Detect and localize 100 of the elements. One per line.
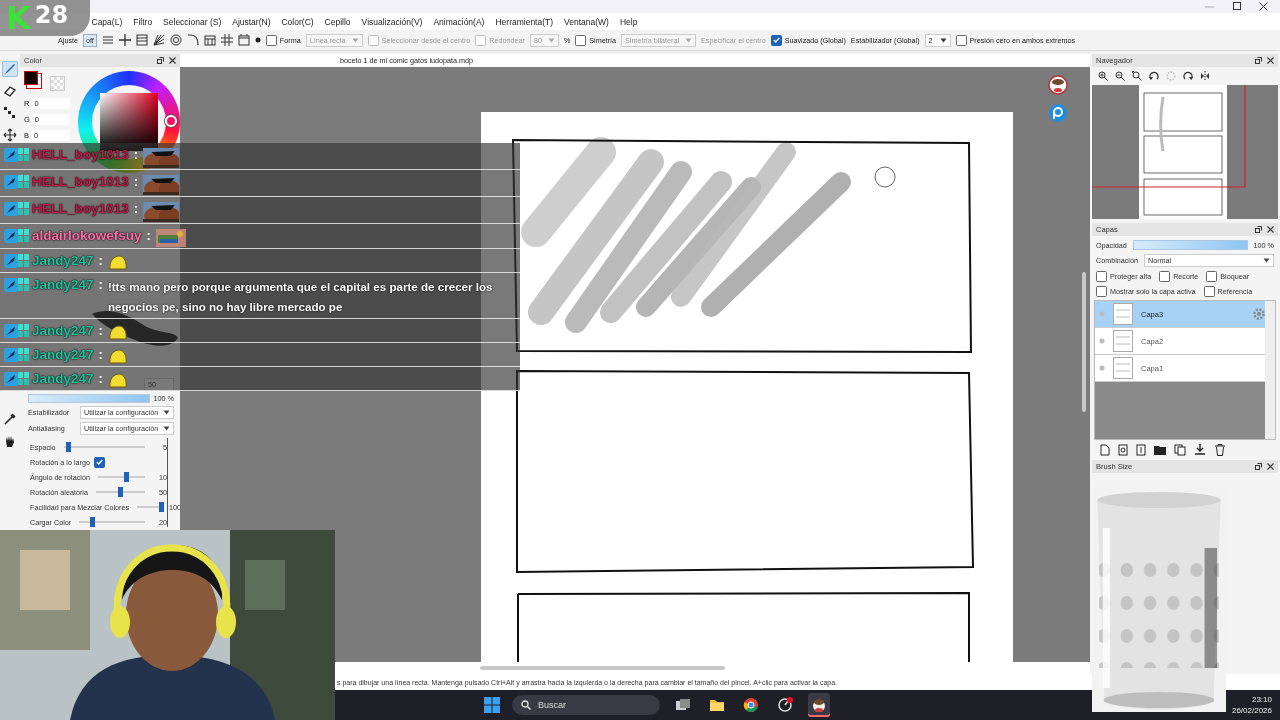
- chat-separator: :: [98, 371, 103, 387]
- eraser-icon: [3, 84, 17, 98]
- visibility-dot-icon[interactable]: [1099, 338, 1105, 344]
- close-icon[interactable]: [1267, 463, 1274, 470]
- undock-icon[interactable]: [1255, 463, 1262, 470]
- caret-icon: [939, 37, 947, 43]
- tool-button[interactable]: [2, 127, 18, 143]
- transparent-swatch[interactable]: [50, 76, 65, 91]
- round-app-icon[interactable]: [1048, 103, 1068, 123]
- close-icon[interactable]: [1267, 226, 1274, 233]
- dot-icon[interactable]: [254, 37, 261, 43]
- checkbox[interactable]: [1096, 271, 1107, 282]
- tile-badge-icon: [18, 254, 30, 268]
- grid-icon[interactable]: [220, 34, 233, 46]
- slider-thumb[interactable]: [124, 472, 130, 482]
- slider-thumb[interactable]: [65, 442, 71, 452]
- menu-item[interactable]: Help: [614, 16, 643, 27]
- scrollbar-thumb[interactable]: [1082, 272, 1086, 412]
- undock-icon[interactable]: [1255, 226, 1262, 233]
- concentric-circles-icon[interactable]: [169, 34, 182, 46]
- document-preview-drawing[interactable]: [1092, 85, 1278, 219]
- undock-icon[interactable]: [1255, 57, 1262, 64]
- visibility-dot-icon[interactable]: [1099, 365, 1105, 371]
- parallel-lines-icon[interactable]: [101, 34, 114, 46]
- menu-item[interactable]: Capa(L): [86, 16, 128, 27]
- rotate-left-icon[interactable]: [1149, 71, 1159, 81]
- tile-badge-icon: [18, 324, 30, 338]
- tile-badge-icon: [18, 175, 30, 189]
- checkbox[interactable]: [1159, 271, 1171, 282]
- perspective-grid-icon[interactable]: [203, 34, 216, 46]
- undock-icon[interactable]: [157, 57, 164, 64]
- chat-username: aldairlokowefsuy: [32, 228, 142, 244]
- new-8bit-layer-icon[interactable]: [1118, 444, 1128, 456]
- tool-button[interactable]: [2, 411, 18, 427]
- close-icon[interactable]: [1259, 2, 1268, 11]
- radial-lines-icon[interactable]: [152, 34, 165, 46]
- new-1bit-layer-icon[interactable]: [1136, 444, 1146, 456]
- layer-thumbnail: [1113, 357, 1133, 379]
- viewer-count: 28: [34, 1, 69, 29]
- rotate-right-icon[interactable]: [1183, 71, 1193, 81]
- menu-item[interactable]: Filtro: [127, 16, 158, 27]
- tile-badge-icon: [18, 372, 30, 386]
- start-icon[interactable]: [484, 697, 500, 713]
- ruled-lines-icon[interactable]: [135, 34, 148, 46]
- checkbox[interactable]: [1206, 271, 1218, 282]
- visibility-dot-icon[interactable]: [1099, 311, 1105, 317]
- caret-icon: [351, 37, 359, 43]
- merge-down-icon[interactable]: [1194, 444, 1206, 456]
- tool-button[interactable]: [2, 105, 18, 121]
- chat-text: !tts mano pero porque argumenta que el capital es parte de crecer los negocios pe, sino no hay libre mercado pe: [107, 279, 494, 315]
- duplicate-layer-icon[interactable]: [1174, 444, 1186, 456]
- zoom-out-icon[interactable]: [1115, 71, 1125, 81]
- menu-item[interactable]: Ventana(W): [558, 16, 615, 27]
- square-badge-icon: [4, 202, 18, 216]
- square-badge-icon: [4, 348, 18, 362]
- zoom-in-icon[interactable]: [1098, 71, 1108, 81]
- move-icon: [3, 128, 17, 142]
- crosshair-icon[interactable]: [118, 34, 131, 46]
- mascot-icon[interactable]: [1048, 75, 1068, 95]
- tile-badge-icon: [18, 202, 30, 216]
- checkbox[interactable]: [265, 34, 277, 46]
- menu-item[interactable]: Visualización(V): [356, 16, 428, 27]
- checkbox[interactable]: [955, 34, 967, 46]
- frame-icon[interactable]: [237, 34, 250, 46]
- menu-item[interactable]: Herramienta(T): [489, 16, 559, 27]
- trash-icon[interactable]: [1214, 444, 1226, 456]
- close-icon[interactable]: [169, 57, 176, 64]
- square-badge-icon: [4, 278, 18, 292]
- layer-thumbnail: [1113, 330, 1133, 352]
- scrollbar-thumb[interactable]: [480, 666, 725, 670]
- checkbox[interactable]: [93, 456, 105, 468]
- menu-item[interactable]: Animación(A): [427, 16, 490, 27]
- maximize-icon[interactable]: [1232, 2, 1241, 11]
- scrollbar[interactable]: [1265, 301, 1275, 439]
- curve-icon[interactable]: [186, 34, 199, 46]
- checkbox[interactable]: [1096, 286, 1107, 297]
- chat-username: Jandy247: [32, 253, 94, 269]
- clock-time: 23:10: [1251, 694, 1272, 705]
- checkbox[interactable]: [1203, 286, 1215, 297]
- checkbox[interactable]: [770, 34, 782, 46]
- square-badge-icon: [4, 372, 18, 386]
- menu-item[interactable]: Seleccionar (S): [157, 16, 227, 27]
- chat-username: Jandy247: [32, 323, 94, 339]
- menu-item[interactable]: Cepillo: [319, 16, 357, 27]
- tile-badge-icon: [18, 348, 30, 362]
- slider-thumb[interactable]: [118, 487, 124, 497]
- menu-item[interactable]: Ajustar(N): [226, 16, 276, 27]
- checkbox[interactable]: [575, 34, 587, 46]
- new-layer-icon[interactable]: [1100, 444, 1110, 456]
- slider-thumb[interactable]: [90, 517, 96, 527]
- flip-icon[interactable]: [1200, 71, 1210, 81]
- search-field[interactable]: Buscar: [512, 695, 660, 715]
- chat-separator: :: [133, 201, 139, 217]
- slider-thumb[interactable]: [159, 502, 165, 512]
- close-icon[interactable]: [1267, 57, 1274, 64]
- chat-username: Jandy247: [32, 277, 94, 293]
- chat-separator: :: [146, 228, 151, 244]
- folder-icon[interactable]: [1154, 445, 1166, 455]
- menu-item[interactable]: Color(C): [276, 16, 320, 27]
- zoom-fit-icon[interactable]: [1132, 71, 1142, 81]
